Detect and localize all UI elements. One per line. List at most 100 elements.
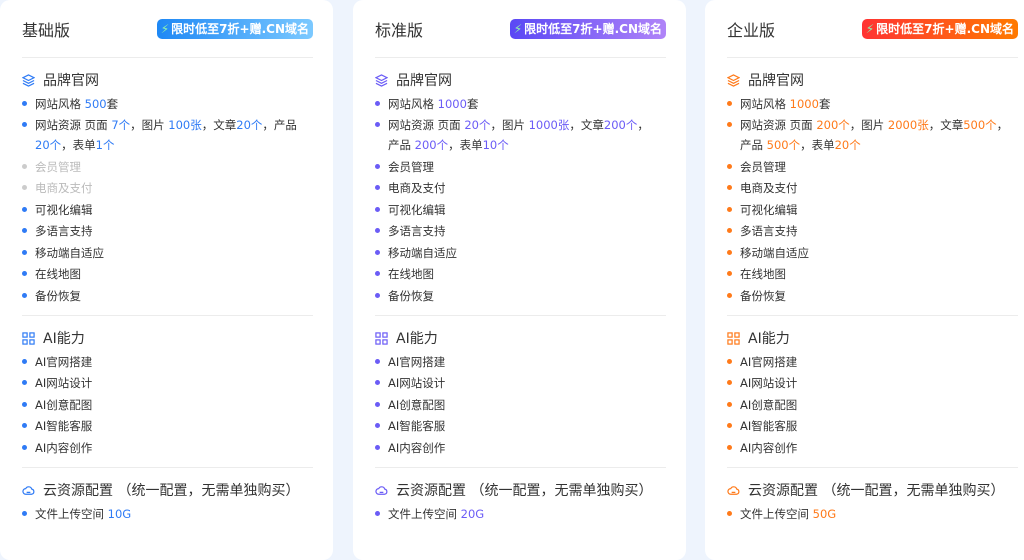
feature-text: 文件上传空间	[388, 507, 461, 521]
plan-card: 基础版⚡限时低至7折+赠.CN域名品牌官网网站风格 500套网站资源 页面 7个…	[0, 0, 333, 560]
feature-text: 电商及支付	[35, 181, 93, 195]
feature-item: 电商及支付	[22, 178, 307, 198]
bullet-icon	[22, 359, 27, 364]
promo-badge[interactable]: ⚡限时低至7折+赠.CN域名	[510, 19, 666, 39]
feature-section: 品牌官网网站风格 1000套网站资源 页面 200个，图片 2000张，文章50…	[727, 58, 1018, 316]
section-title: 云资源配置 （统一配置，无需单独购买）	[396, 480, 652, 500]
feature-item: AI创意配图	[22, 395, 307, 415]
section-header: 云资源配置 （统一配置，无需单独购买）	[375, 478, 666, 502]
feature-item: AI智能客服	[727, 416, 1012, 436]
feature-text: AI网站设计	[35, 376, 92, 390]
feature-text: 电商及支付	[388, 181, 446, 195]
bullet-icon	[375, 402, 380, 407]
cloud-icon	[727, 484, 740, 497]
plan-title: 基础版	[22, 17, 70, 41]
bullet-icon	[375, 359, 380, 364]
feature-item: 网站资源 页面 20个，图片 1000张，文章200个，产品 200个，表单10…	[375, 115, 660, 155]
bullet-icon	[727, 402, 732, 407]
bullet-icon	[727, 207, 732, 212]
feature-text: 网站风格	[740, 97, 790, 111]
feature-text: 移动端自适应	[35, 246, 104, 260]
feature-section: 品牌官网网站风格 1000套网站资源 页面 20个，图片 1000张，文章200…	[375, 58, 666, 316]
feature-text: AI内容创作	[740, 441, 797, 455]
bullet-icon	[22, 293, 27, 298]
section-header: 品牌官网	[22, 68, 313, 92]
bullet-icon	[375, 293, 380, 298]
feature-text: 在线地图	[740, 267, 786, 281]
bullet-icon	[375, 380, 380, 385]
feature-item: 可视化编辑	[375, 200, 660, 220]
feature-text: 备份恢复	[35, 289, 81, 303]
layers-icon	[22, 74, 35, 87]
feature-item: AI官网搭建	[22, 352, 307, 372]
feature-text: ，表单	[448, 138, 483, 152]
feature-value: 50G	[813, 507, 837, 521]
plan-card: 标准版⚡限时低至7折+赠.CN域名品牌官网网站风格 1000套网站资源 页面 2…	[353, 0, 686, 560]
promo-badge-text: 限时低至7折+赠.CN域名	[876, 20, 1014, 37]
feature-value: 10G	[108, 507, 132, 521]
bullet-icon	[22, 423, 27, 428]
feature-item: 会员管理	[727, 157, 1012, 177]
feature-text: ，表单	[800, 138, 835, 152]
feature-item: 多语言支持	[375, 221, 660, 241]
section-header: AI能力	[375, 326, 666, 350]
feature-value: 20个	[35, 138, 61, 152]
bullet-icon	[375, 228, 380, 233]
feature-text: AI智能客服	[35, 419, 92, 433]
feature-text: 会员管理	[740, 160, 786, 174]
bullet-icon	[375, 271, 380, 276]
promo-badge[interactable]: ⚡限时低至7折+赠.CN域名	[157, 19, 313, 39]
bullet-icon	[22, 250, 27, 255]
bullet-icon	[22, 271, 27, 276]
feature-text: AI官网搭建	[35, 355, 92, 369]
feature-value: 500个	[963, 118, 996, 132]
bullet-icon	[375, 122, 380, 127]
feature-text: AI内容创作	[388, 441, 445, 455]
feature-text: AI创意配图	[35, 398, 92, 412]
feature-text: 网站资源 页面	[388, 118, 464, 132]
feature-value: 20个	[835, 138, 861, 152]
grid-icon	[22, 332, 35, 345]
feature-value: 7个	[111, 118, 130, 132]
feature-text: 套	[467, 97, 479, 111]
grid-icon	[727, 332, 740, 345]
feature-item: 文件上传空间 10G	[22, 504, 307, 524]
feature-section: 云资源配置 （统一配置，无需单独购买）文件上传空间 50G	[727, 468, 1018, 533]
feature-item: 可视化编辑	[22, 200, 307, 220]
feature-text: ，文章	[202, 118, 237, 132]
feature-value: 500	[85, 97, 107, 111]
feature-text: ，图片	[850, 118, 888, 132]
bullet-icon	[727, 380, 732, 385]
section-header: 品牌官网	[375, 68, 666, 92]
feature-item: 电商及支付	[727, 178, 1012, 198]
feature-item: 在线地图	[22, 264, 307, 284]
section-header: 云资源配置 （统一配置，无需单独购买）	[727, 478, 1018, 502]
feature-value: 200个	[415, 138, 448, 152]
feature-item: AI创意配图	[727, 395, 1012, 415]
feature-text: 可视化编辑	[35, 203, 93, 217]
section-title: 品牌官网	[748, 70, 804, 90]
lightning-icon: ⚡	[866, 22, 874, 36]
feature-item: AI创意配图	[375, 395, 660, 415]
feature-section: AI能力AI官网搭建AI网站设计AI创意配图AI智能客服AI内容创作	[22, 316, 313, 468]
feature-item: 移动端自适应	[22, 243, 307, 263]
bullet-icon	[375, 164, 380, 169]
plan-header: 基础版 ⚡限时低至7折+赠.CN域名	[22, 0, 313, 58]
promo-badge[interactable]: ⚡限时低至7折+赠.CN域名	[862, 19, 1018, 39]
feature-text: 在线地图	[35, 267, 81, 281]
feature-item: AI内容创作	[375, 438, 660, 458]
feature-item: AI网站设计	[375, 373, 660, 393]
feature-item: 移动端自适应	[375, 243, 660, 263]
feature-text: 移动端自适应	[388, 246, 457, 260]
bullet-icon	[727, 359, 732, 364]
bullet-icon	[375, 511, 380, 516]
feature-item: 在线地图	[727, 264, 1012, 284]
feature-value: 1000张	[529, 118, 570, 132]
feature-item: 多语言支持	[22, 221, 307, 241]
feature-text: ，图片	[490, 118, 528, 132]
promo-badge-text: 限时低至7折+赠.CN域名	[524, 20, 662, 37]
feature-text: 网站资源 页面	[740, 118, 816, 132]
feature-text: AI创意配图	[388, 398, 445, 412]
bullet-icon	[375, 250, 380, 255]
feature-text: 网站风格	[388, 97, 438, 111]
